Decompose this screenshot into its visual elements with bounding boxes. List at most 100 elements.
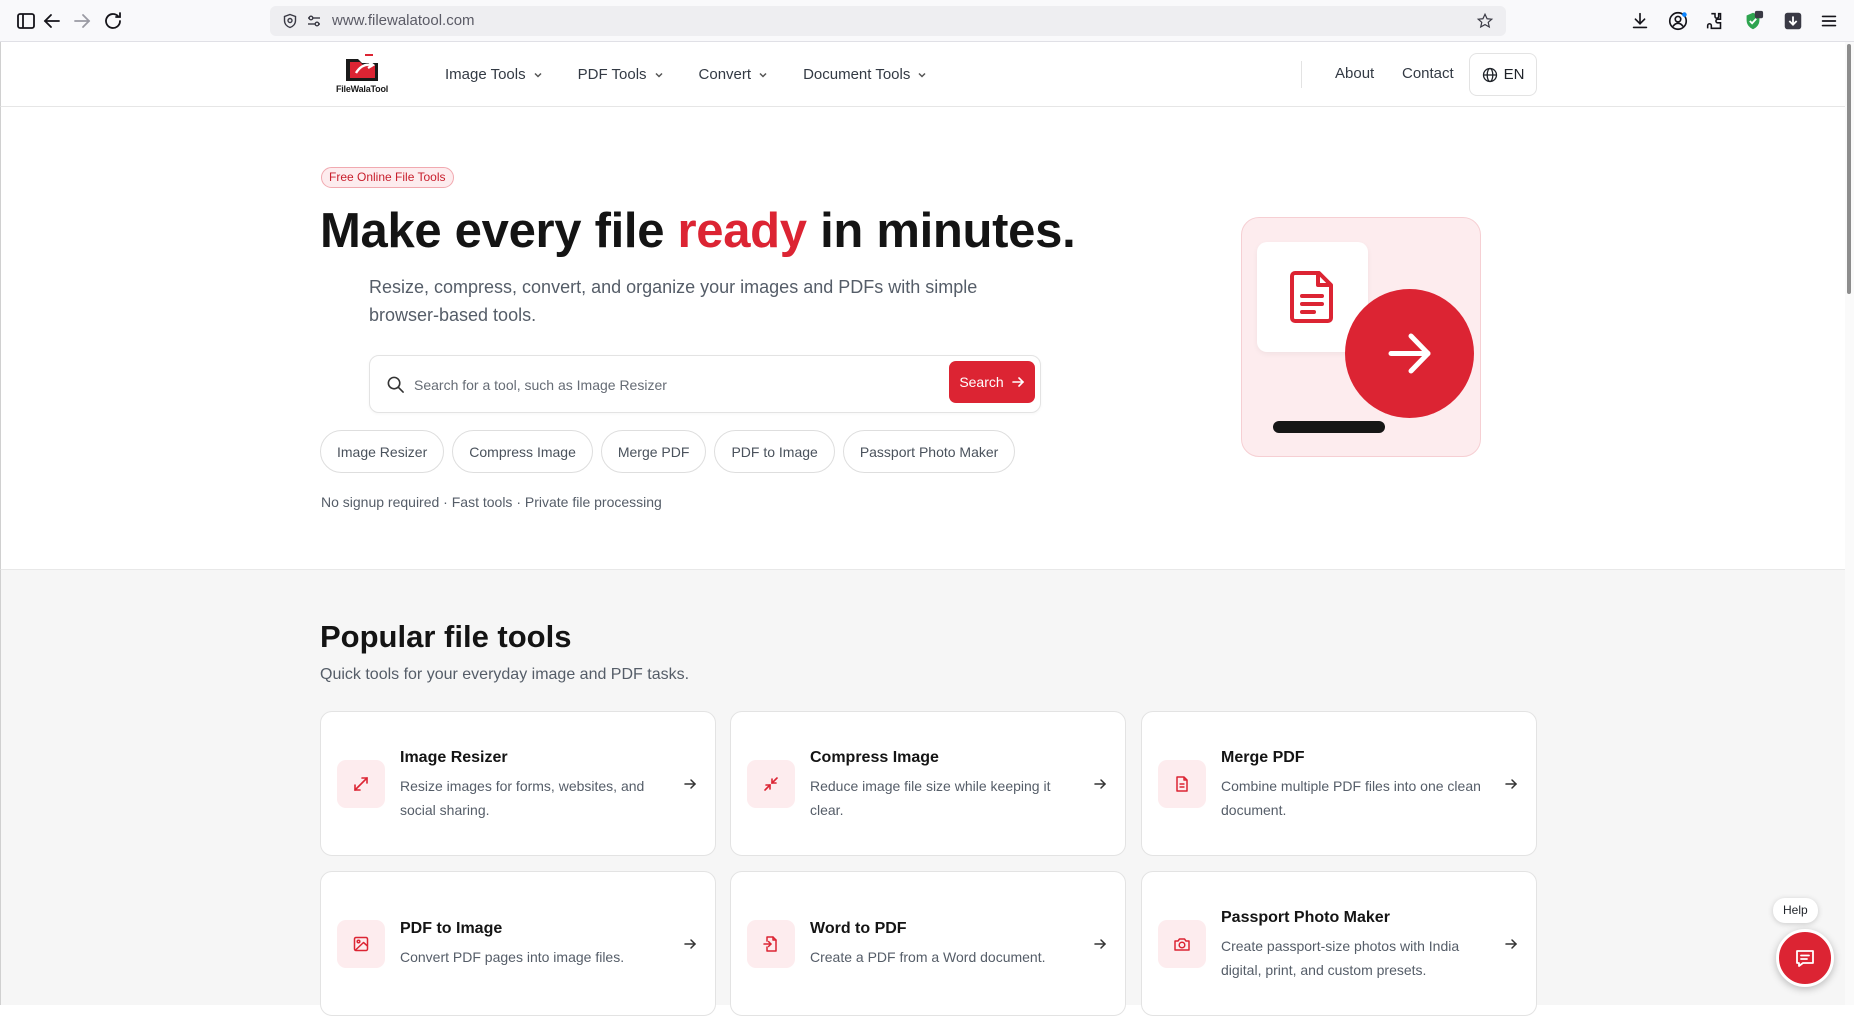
tool-card-image-resizer[interactable]: Image Resizer Resize images for forms, w… [320, 711, 716, 856]
tool-description: Combine multiple PDF files into one clea… [1221, 778, 1481, 818]
expand-icon [337, 760, 385, 808]
tool-title: Image Resizer [400, 749, 508, 766]
nav-label: Document Tools [803, 66, 911, 83]
hero-title-accent: ready [677, 204, 807, 258]
vpn-shield-icon[interactable] [1742, 10, 1764, 32]
chip-passport-photo-maker[interactable]: Passport Photo Maker [842, 430, 1016, 473]
chip-merge-pdf[interactable]: Merge PDF [600, 430, 707, 473]
chat-icon [1796, 950, 1814, 967]
extensions-icon[interactable] [1704, 10, 1726, 32]
nav-document-tools[interactable]: Document Tools [803, 66, 928, 83]
tool-description: Create a PDF from a Word document. [810, 949, 1046, 965]
nav-convert[interactable]: Convert [699, 66, 770, 83]
tool-description: Convert PDF pages into image files. [400, 949, 625, 965]
tracking-shield-icon[interactable] [282, 13, 298, 29]
section-title: Popular file tools [320, 619, 572, 654]
url-text[interactable]: www.filewalatool.com [332, 12, 475, 29]
chevron-down-icon [655, 72, 663, 78]
hero-badge: Free Online File Tools [321, 167, 454, 188]
help-chat-button[interactable] [1776, 929, 1834, 987]
arrow-right-icon [1093, 777, 1107, 791]
search-icon [386, 375, 405, 394]
nav-label: Convert [698, 66, 752, 83]
logo-mark-icon [346, 54, 378, 81]
contact-link[interactable]: Contact [1402, 65, 1454, 82]
chip-image-resizer[interactable]: Image Resizer [320, 430, 445, 473]
downloads-icon[interactable] [1629, 10, 1651, 32]
arrow-right-icon [1093, 937, 1107, 951]
tool-title: PDF to Image [400, 920, 503, 937]
tool-title: Compress Image [810, 749, 939, 766]
document-icon [1158, 760, 1206, 808]
tool-card-compress-image[interactable]: Compress Image Reduce image file size wh… [730, 711, 1126, 856]
site-header: FileWalaTool Image Tools PDF Tools Conve… [0, 42, 1845, 107]
arrow-right-icon [683, 777, 697, 791]
arrow-right-icon [1388, 333, 1431, 374]
chevron-down-icon [918, 72, 926, 78]
nav-label: PDF Tools [577, 66, 647, 83]
search-input[interactable] [414, 370, 914, 400]
sidebar-toggle-icon[interactable] [14, 9, 38, 33]
arrow-right-icon [1011, 377, 1024, 387]
arrow-circle [1345, 289, 1474, 418]
compress-icon [747, 760, 795, 808]
search-button-label: Search [959, 374, 1004, 390]
nav-image-tools[interactable]: Image Tools [445, 66, 544, 83]
chevron-down-icon [759, 72, 767, 78]
image-icon [337, 920, 385, 968]
chip-compress-image[interactable]: Compress Image [452, 430, 593, 473]
nav-label: Image Tools [445, 66, 526, 83]
arrow-right-icon [1504, 777, 1518, 791]
scrollbar-thumb[interactable] [1847, 44, 1851, 294]
reload-icon[interactable] [101, 9, 125, 33]
back-arrow-icon[interactable] [40, 9, 64, 33]
tool-card-passport-photo-maker[interactable]: Passport Photo Maker Create passport-siz… [1141, 871, 1537, 1016]
section-subtitle: Quick tools for your everyday image and … [320, 666, 690, 683]
address-bar[interactable]: www.filewalatool.com [270, 6, 1506, 36]
camera-icon [1158, 920, 1206, 968]
about-link[interactable]: About [1335, 65, 1374, 82]
arrow-right-icon [683, 937, 697, 951]
help-tooltip: Help [1773, 898, 1818, 923]
document-icon [1290, 271, 1333, 323]
hero-title-start: Make every file [320, 204, 678, 258]
quick-tool-chips: Image Resizer Compress Image Merge PDF P… [320, 430, 1023, 473]
illustration-bar [1273, 421, 1385, 433]
hero-title: Make every file ready in minutes. [320, 203, 1076, 259]
hero-note: No signup required · Fast tools · Privat… [321, 494, 662, 510]
site-logo[interactable]: FileWalaTool [331, 53, 393, 97]
tool-title: Merge PDF [1221, 749, 1305, 766]
hero-section: Free Online File Tools Make every file r… [0, 107, 1845, 569]
hero-illustration [1241, 217, 1481, 457]
permissions-icon[interactable] [306, 13, 322, 29]
file-import-icon [747, 920, 795, 968]
hero-subtitle: Resize, compress, convert, and organize … [369, 277, 978, 325]
language-button[interactable]: EN [1469, 53, 1537, 96]
hero-title-end: in minutes. [806, 204, 1076, 258]
nav-pdf-tools[interactable]: PDF Tools [578, 66, 665, 83]
bookmark-star-icon[interactable] [1476, 12, 1494, 30]
tool-description: Reduce image file size while keeping it … [810, 778, 1051, 818]
main-nav: Image Tools PDF Tools Convert Document T… [445, 42, 962, 107]
popular-tools-section: Popular file tools Quick tools for your … [0, 569, 1845, 1016]
forward-arrow-icon[interactable] [70, 9, 94, 33]
arrow-right-icon [1504, 937, 1518, 951]
tool-description: Resize images for forms, websites, and s… [400, 778, 645, 818]
tool-title: Word to PDF [810, 920, 907, 937]
tool-search: Search [369, 355, 1041, 413]
tool-card-word-to-pdf[interactable]: Word to PDF Create a PDF from a Word doc… [730, 871, 1126, 1016]
logo-text: FileWalaTool [335, 84, 389, 94]
chevron-down-icon [534, 72, 542, 78]
header-divider [1301, 61, 1302, 88]
account-icon[interactable] [1667, 10, 1689, 32]
tool-description: Create passport-size photos with India d… [1221, 938, 1460, 978]
menu-icon[interactable] [1818, 10, 1840, 32]
search-button[interactable]: Search [949, 361, 1035, 403]
tool-card-merge-pdf[interactable]: Merge PDF Combine multiple PDF files int… [1141, 711, 1537, 856]
globe-icon [1482, 67, 1497, 82]
tool-card-pdf-to-image[interactable]: PDF to Image Convert PDF pages into imag… [320, 871, 716, 1016]
chip-pdf-to-image[interactable]: PDF to Image [714, 430, 835, 473]
download-manager-icon[interactable] [1782, 10, 1804, 32]
page-scrollbar[interactable] [1845, 42, 1854, 1005]
browser-toolbar: www.filewalatool.com [0, 0, 1854, 42]
